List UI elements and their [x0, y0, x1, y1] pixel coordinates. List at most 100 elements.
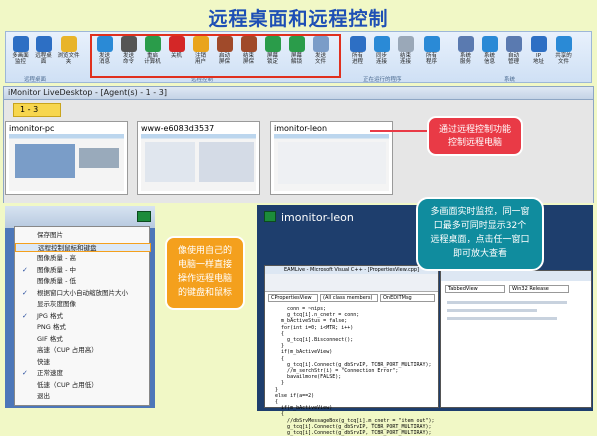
function-select[interactable]: OnEDITMsg [380, 294, 435, 302]
visual-studio-window: EAMLive - Microsoft Visual C++ - [Proper… [264, 265, 439, 436]
menu-item-label: GIF 格式 [37, 334, 63, 343]
class-select[interactable]: CPropertiesView [268, 294, 318, 302]
config-select[interactable]: Win32 Release [509, 285, 569, 293]
ribbon-button-label: 浏览文件 夹 [57, 53, 80, 65]
menu-item[interactable]: ✓ 正常速度 [15, 369, 151, 378]
menu-item[interactable]: PNG 格式 [15, 323, 151, 332]
menu-item[interactable]: 图像质量 - 高 [15, 254, 151, 263]
tab-agents[interactable]: 1 - 3 [13, 103, 61, 117]
ribbon-group-label: 正在运行的程序 [363, 77, 402, 83]
ribbon-group-label: 系统 [504, 77, 516, 83]
menu-item-label: 低速（CUP 占用低） [37, 380, 98, 389]
visual-studio-side-panel: TabbedView Win32 Release [440, 270, 592, 408]
thumbnail-screen [274, 134, 389, 191]
menu-item[interactable]: ✓ 根据窗口大小自动缩放图片大小 [15, 289, 151, 298]
remote-desktop-icon [35, 36, 52, 52]
check-icon: ✓ [22, 288, 28, 297]
ribbon-button-label: 远程桌 面 [35, 53, 52, 65]
info-icon [481, 36, 498, 52]
thumbnail-imonitor-leon[interactable]: imonitor-leon [270, 121, 393, 195]
window-title: iMonitor LiveDesktop - [Agent(s) - 1 - 3… [8, 88, 167, 97]
ribbon-button-label: 共享的 文件 [555, 53, 572, 65]
menu-item-label: 根据窗口大小自动缩放图片大小 [37, 288, 128, 297]
thumbnail-screen [141, 134, 256, 191]
flag-icon[interactable] [137, 211, 151, 222]
ribbon-button-disconnect[interactable]: 结束 连接 [394, 34, 417, 74]
ribbon-button-label: 自动 管理 [507, 53, 519, 65]
page-title: 远程桌面和远程控制 [208, 8, 389, 30]
menu-item[interactable]: 保存图片 [15, 231, 151, 240]
remote-window-titlebar [5, 206, 155, 228]
menu-item-label: 图像质量 - 中 [37, 265, 76, 274]
process-icon [349, 36, 366, 52]
view-select[interactable]: TabbedView [445, 285, 505, 293]
menu-item[interactable]: 图像质量 - 低 [15, 277, 151, 286]
auto-icon [505, 36, 522, 52]
ribbon-button-label: 多画面 监控 [12, 53, 29, 65]
thumbnail-www-e6083d3537[interactable]: www-e6083d3537 [137, 121, 260, 195]
remote-window-name: imonitor-leon [281, 211, 354, 224]
menu-item-label: 高速（CUP 占用高） [37, 346, 98, 354]
menu-item-label: PNG 格式 [37, 323, 66, 331]
text-line [447, 301, 567, 304]
menu-item-label: 远程控制鼠标和键盘 [38, 243, 97, 252]
menu-item[interactable]: 快速 [15, 358, 151, 367]
menu-item-label: 正常速度 [37, 369, 63, 377]
text-line [447, 317, 557, 320]
menu-item[interactable]: 高速（CUP 占用高） [15, 346, 151, 355]
thumbnail-name: imonitor-leon [274, 124, 328, 133]
monitor-icon [12, 36, 29, 52]
menu-item[interactable]: ✓ JPG 格式 [15, 312, 151, 321]
member-select[interactable]: (All class members) [320, 294, 378, 302]
flag-icon[interactable] [264, 211, 276, 222]
menu-item-label: 快速 [37, 357, 50, 366]
ribbon-button-label: 系统 信息 [483, 53, 495, 65]
menu-item[interactable]: 退出 [15, 392, 151, 401]
callout-text: 像使用自己的 电脑一样直接 操作远程电脑 的键盘和鼠标 [177, 246, 232, 298]
ribbon-button-label: 同步 连接 [375, 53, 387, 65]
window-title-bar: iMonitor LiveDesktop - [Agent(s) - 1 - 3… [3, 86, 594, 100]
menu-item[interactable]: GIF 格式 [15, 335, 151, 344]
disconnect-icon [397, 36, 414, 52]
thumbnail-name: www-e6083d3537 [141, 124, 215, 133]
callout-remote-control: 通过远程控制功能 控制远程电脑 [427, 116, 523, 156]
menu-item-label: 显示灰度图像 [37, 300, 76, 308]
vs-title-bar: EAMLive - Microsoft Visual C++ - [Proper… [265, 266, 438, 274]
code-editor[interactable]: conn = ~nips; g_tcq[i].n_cnetr = conn; m… [269, 306, 437, 436]
menu-item[interactable]: 远程控制鼠标和键盘 [15, 242, 151, 252]
share-icon [555, 36, 572, 52]
menu-item-label: 保存图片 [37, 231, 63, 239]
ribbon-button-info[interactable]: 系统 信息 [478, 34, 501, 74]
ribbon-button-programs[interactable]: 所有 程序 [420, 34, 443, 74]
thumbnail-imonitor-pc[interactable]: imonitor-pc [5, 121, 128, 195]
menu-item-label: 退出 [37, 392, 50, 400]
thumbnail-screen [9, 134, 124, 191]
service-icon [457, 36, 474, 52]
programs-icon [423, 36, 440, 52]
check-icon: ✓ [22, 265, 28, 274]
ribbon-button-service[interactable]: 系统 服务 [454, 34, 477, 74]
ribbon-button-folder[interactable]: 浏览文件 夹 [57, 34, 80, 74]
check-icon: ✓ [22, 369, 28, 377]
ribbon-button-sync[interactable]: 同步 连接 [370, 34, 393, 74]
ribbon-button-label: 结束 连接 [399, 53, 411, 65]
callout-text: 通过远程控制功能 控制远程电脑 [438, 125, 511, 148]
vs-toolbar [441, 271, 591, 281]
text-line [447, 309, 537, 312]
sync-icon [373, 36, 390, 52]
ribbon-button-ip[interactable]: IP 地址 [527, 34, 550, 74]
menu-item[interactable]: 低速（CUP 占用低） [15, 381, 151, 390]
vs-toolbar [265, 274, 438, 292]
ribbon-button-share[interactable]: 共享的 文件 [552, 34, 575, 74]
ribbon-button-monitor[interactable]: 多画面 监控 [9, 34, 32, 74]
menu-item[interactable]: 显示灰度图像 [15, 300, 151, 309]
ribbon-button-process[interactable]: 所有 进程 [346, 34, 369, 74]
callout-keyboard-mouse: 像使用自己的 电脑一样直接 操作远程电脑 的键盘和鼠标 [165, 236, 245, 310]
ribbon-button-label: 所有 进程 [351, 53, 363, 65]
menu-item[interactable]: ✓ 图像质量 - 中 [15, 266, 151, 275]
ribbon-button-remote-desktop[interactable]: 远程桌 面 [32, 34, 55, 74]
context-menu: 保存图片远程控制鼠标和键盘 图像质量 - 高 ✓ 图像质量 - 中图像质量 - 低 ✓ 根… [14, 226, 151, 406]
ribbon-button-auto[interactable]: 自动 管理 [502, 34, 525, 74]
menu-item-label: 图像质量 - 高 [37, 254, 76, 262]
callout-multi-screen: 多画面实时监控，同一窗 口最多可同时显示32个 远程桌面，点击任一窗口 即可放大… [416, 197, 544, 271]
